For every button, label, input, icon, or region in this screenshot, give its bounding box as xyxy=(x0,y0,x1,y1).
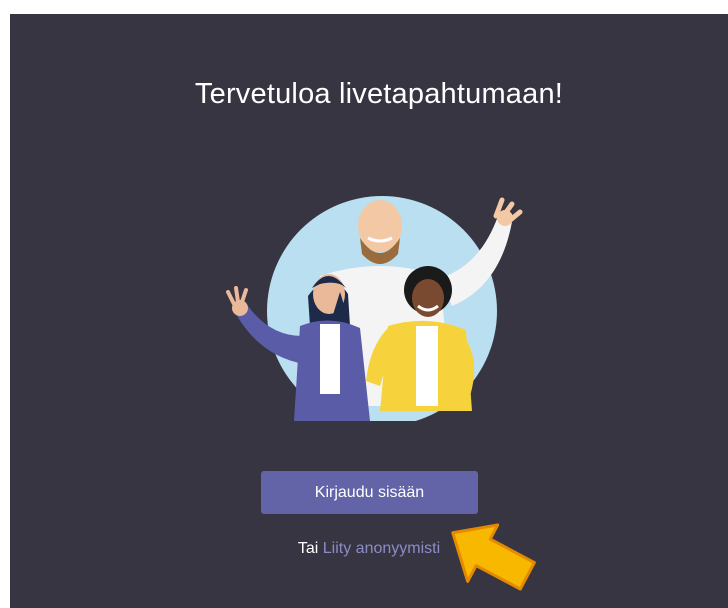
arrow-pointer-icon xyxy=(451,523,536,591)
people-waving-illustration xyxy=(220,196,530,436)
alt-prefix: Tai xyxy=(297,540,323,557)
alternative-join-row: Tai Liity anonyymisti xyxy=(10,540,728,558)
join-event-screen: Tervetuloa livetapahtumaan! Kirjaudu sis… xyxy=(10,14,728,608)
signin-button[interactable]: Kirjaudu sisään xyxy=(261,471,478,514)
page-title: Tervetuloa livetapahtumaan! xyxy=(194,78,564,110)
join-anonymously-link[interactable]: Liity anonyymisti xyxy=(323,540,440,557)
